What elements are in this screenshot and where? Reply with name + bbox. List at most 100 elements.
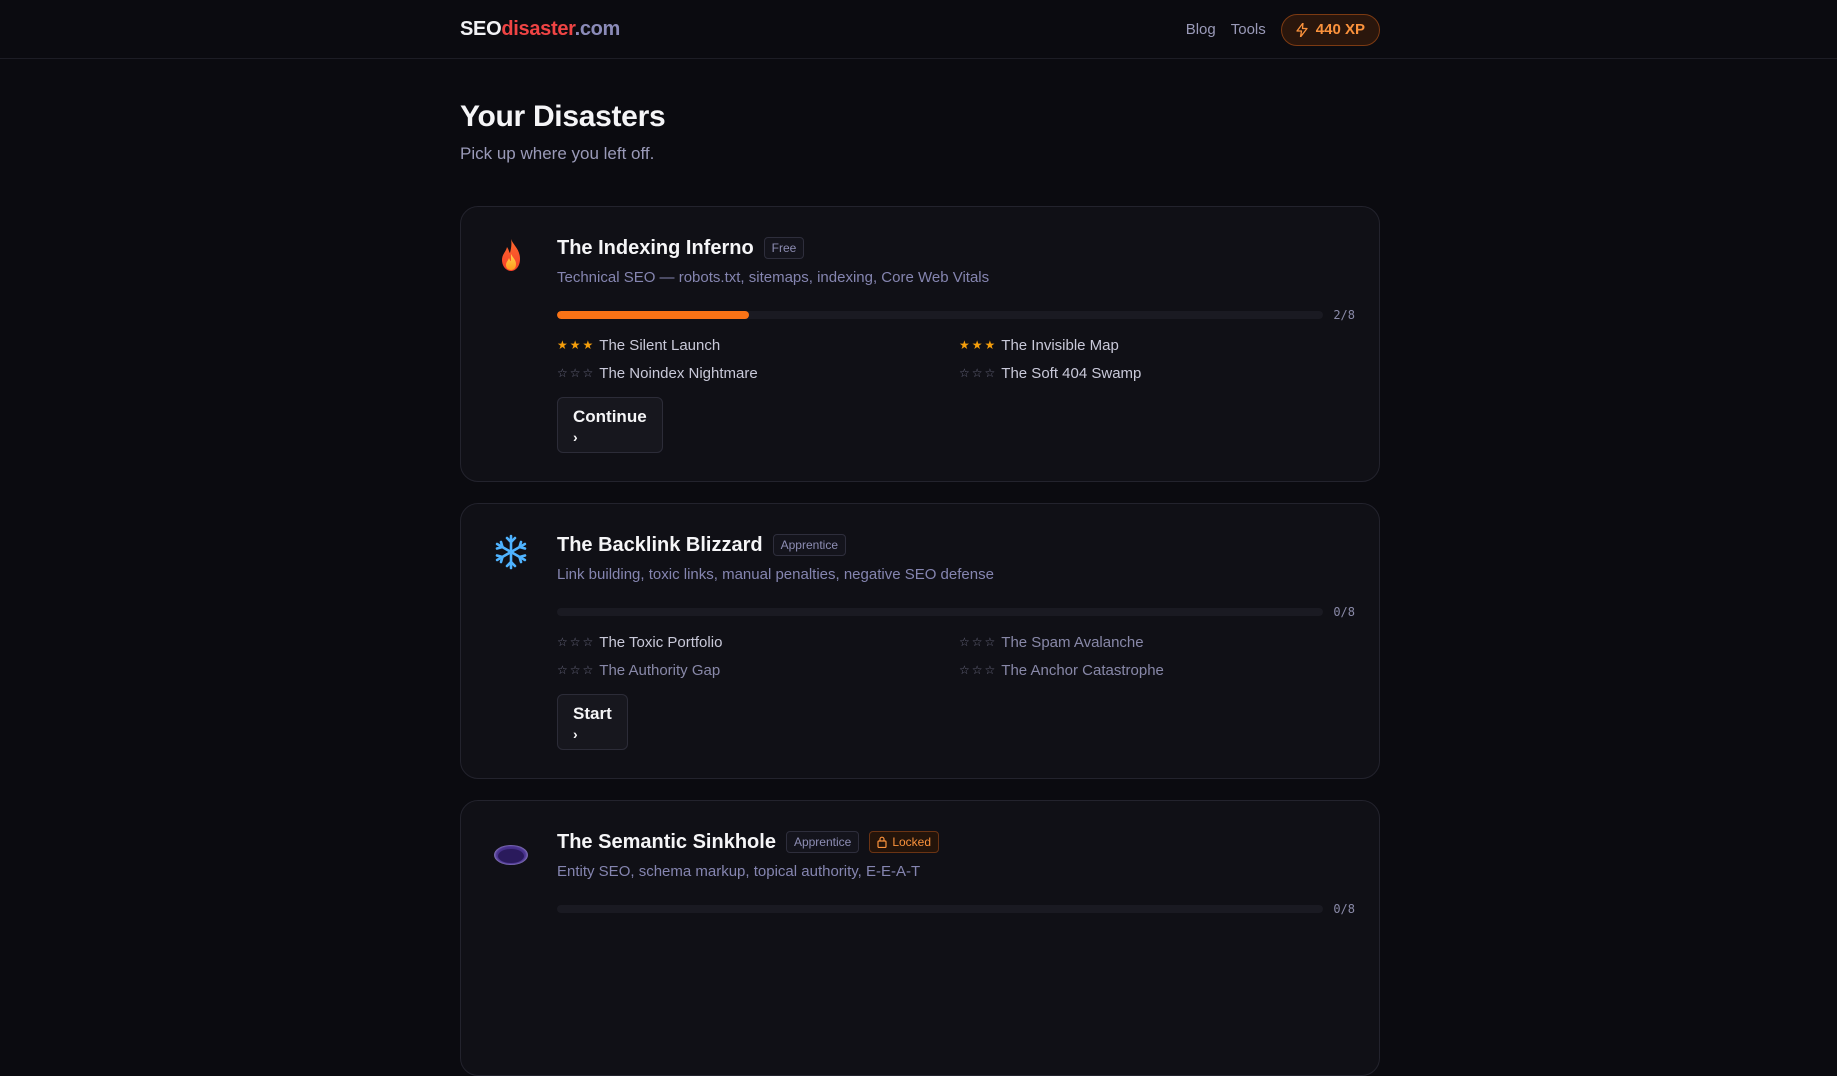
progress-bar (557, 608, 1323, 616)
level-name: The Authority Gap (599, 661, 721, 679)
star-empty-icon: ☆ (557, 366, 568, 380)
card-body: The Backlink Blizzard Apprentice Link bu… (557, 532, 1355, 750)
level-name: The Silent Launch (599, 336, 721, 354)
star-rating: ☆ ☆ ☆ (557, 664, 593, 676)
star-empty-icon: ☆ (971, 366, 983, 380)
star-empty-icon: ☆ (959, 663, 970, 677)
level-name: The Invisible Map (1001, 336, 1119, 354)
progress-bar-fill (557, 311, 749, 319)
continue-button-label: Continue (573, 407, 647, 426)
page-title: Your Disasters (460, 100, 666, 133)
level-list: ★ ★ ★ The Silent Launch ★ ★ ★ The Invisible … (557, 336, 1355, 382)
main-content: Your Disasters Pick up where you left of… (460, 100, 1380, 1076)
progress-row: 2/8 (557, 308, 1355, 322)
star-empty-icon: ☆ (984, 366, 996, 380)
star-empty-icon: ☆ (971, 663, 983, 677)
progress-bar (557, 311, 1323, 319)
progress-row: 0/8 (557, 605, 1355, 619)
star-filled-icon: ★ (971, 338, 983, 352)
xp-badge[interactable]: 440 XP (1280, 13, 1380, 46)
progress-row: 0/8 (557, 902, 1355, 916)
card-body: The Indexing Inferno Free Technical SEO … (557, 235, 1355, 453)
card-title: The Semantic Sinkhole (557, 830, 776, 853)
star-filled-icon: ★ (959, 338, 970, 352)
disaster-card-semantic-sinkhole[interactable]: The Semantic Sinkhole Apprentice Locked … (460, 800, 1380, 1076)
logo-part-disaster: disaster (501, 18, 575, 40)
locked-label: Locked (892, 835, 932, 849)
progress-count: 0/8 (1333, 902, 1355, 916)
top-navigation-inner: SEOdisaster.com Blog Tools 440 XP (460, 0, 1380, 59)
level-name: The Toxic Portfolio (599, 633, 723, 651)
star-rating: ☆ ☆ ☆ (959, 664, 995, 676)
star-empty-icon: ☆ (569, 366, 581, 380)
level-item[interactable]: ☆ ☆ ☆ The Spam Avalanche (959, 633, 1355, 651)
level-item[interactable]: ☆ ☆ ☆ The Soft 404 Swamp (959, 364, 1355, 382)
level-list: ☆ ☆ ☆ The Toxic Portfolio ☆ ☆ ☆ The Spam Ava… (557, 633, 1355, 679)
level-item[interactable]: ☆ ☆ ☆ The Anchor Catastrophe (959, 661, 1355, 679)
card-title: The Backlink Blizzard (557, 533, 763, 556)
level-name: The Noindex Nightmare (599, 364, 758, 382)
level-item[interactable]: ★ ★ ★ The Invisible Map (959, 336, 1355, 354)
star-rating: ☆ ☆ ☆ (959, 367, 995, 379)
level-item[interactable]: ☆ ☆ ☆ The Authority Gap (557, 661, 959, 679)
chevron-right-icon: › (573, 429, 578, 445)
star-filled-icon: ★ (557, 338, 568, 352)
star-rating: ★ ★ ★ (959, 339, 995, 351)
star-empty-icon: ☆ (959, 366, 970, 380)
card-description: Entity SEO, schema markup, topical autho… (557, 863, 921, 880)
level-name: The Soft 404 Swamp (1001, 364, 1142, 382)
start-button-label: Start (573, 704, 612, 723)
star-rating: ☆ ☆ ☆ (557, 636, 593, 648)
chevron-right-icon: › (573, 726, 578, 742)
nav-link-blog[interactable]: Blog (1186, 21, 1216, 38)
level-item[interactable]: ★ ★ ★ The Silent Launch (557, 336, 959, 354)
star-empty-icon: ☆ (557, 635, 568, 649)
card-description: Technical SEO — robots.txt, sitemaps, in… (557, 269, 990, 286)
locked-badge: Locked (869, 831, 940, 853)
progress-count: 2/8 (1333, 308, 1355, 322)
level-item[interactable]: ☆ ☆ ☆ The Noindex Nightmare (557, 364, 959, 382)
page-subtitle: Pick up where you left off. (460, 144, 655, 163)
star-rating: ☆ ☆ ☆ (557, 367, 593, 379)
level-item[interactable]: ☆ ☆ ☆ The Toxic Portfolio (557, 633, 959, 651)
snowflake-icon (495, 534, 527, 570)
nav-link-tools[interactable]: Tools (1231, 21, 1266, 38)
star-empty-icon: ☆ (569, 663, 581, 677)
start-button[interactable]: Start › (557, 694, 628, 750)
tier-badge: Free (763, 237, 805, 259)
top-navigation-bar: SEOdisaster.com Blog Tools 440 XP (0, 0, 1837, 59)
lock-icon (877, 836, 887, 848)
star-empty-icon: ☆ (984, 635, 996, 649)
main-nav: Blog Tools 440 XP (1186, 13, 1380, 46)
star-empty-icon: ☆ (582, 663, 594, 677)
star-filled-icon: ★ (582, 338, 594, 352)
star-empty-icon: ☆ (557, 663, 568, 677)
star-rating: ☆ ☆ ☆ (959, 636, 995, 648)
star-empty-icon: ☆ (959, 635, 970, 649)
disaster-card-backlink-blizzard[interactable]: The Backlink Blizzard Apprentice Link bu… (460, 503, 1380, 779)
progress-bar (557, 905, 1323, 913)
sinkhole-icon (494, 845, 528, 865)
star-filled-icon: ★ (569, 338, 581, 352)
logo-part-seo: SEO (460, 18, 502, 40)
lightning-icon (1296, 22, 1308, 37)
progress-count: 0/8 (1333, 605, 1355, 619)
star-empty-icon: ☆ (971, 635, 983, 649)
card-description: Link building, toxic links, manual penal… (557, 566, 994, 583)
card-title: The Indexing Inferno (557, 236, 754, 259)
disaster-card-indexing-inferno[interactable]: The Indexing Inferno Free Technical SEO … (460, 206, 1380, 482)
continue-button[interactable]: Continue › (557, 397, 663, 453)
star-filled-icon: ★ (984, 338, 996, 352)
xp-value: 440 XP (1315, 21, 1365, 38)
logo-part-domain: .com (574, 18, 621, 40)
star-rating: ★ ★ ★ (557, 339, 593, 351)
card-title-row: The Indexing Inferno Free (557, 235, 1355, 261)
tier-badge: Apprentice (785, 831, 860, 853)
star-empty-icon: ☆ (582, 366, 594, 380)
card-title-row: The Semantic Sinkhole Apprentice Locked (557, 829, 1355, 855)
star-empty-icon: ☆ (582, 635, 594, 649)
fire-icon (502, 239, 520, 271)
card-title-row: The Backlink Blizzard Apprentice (557, 532, 1355, 558)
level-name: The Anchor Catastrophe (1001, 661, 1164, 679)
site-logo[interactable]: SEOdisaster.com (460, 18, 620, 41)
